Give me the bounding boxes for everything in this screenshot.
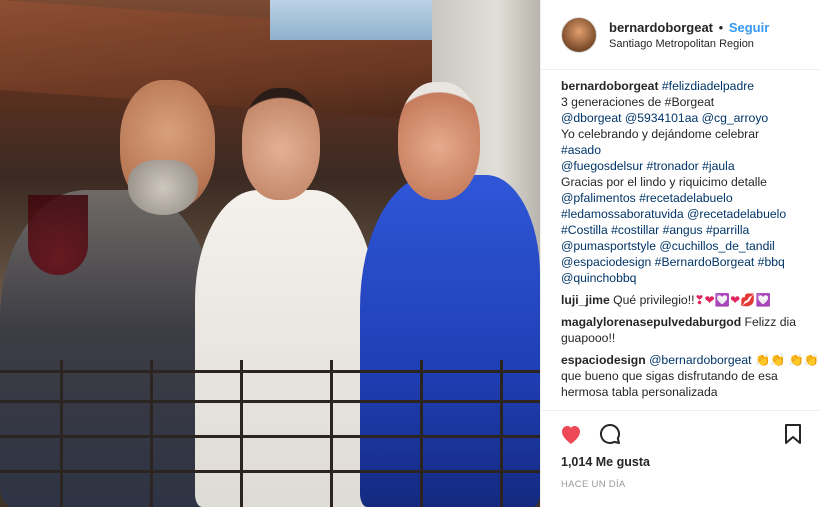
caption-line-12[interactable]: @quinchobbq (561, 270, 821, 286)
caption-line-8[interactable]: #ledamossaboratuvida @recetadelabuelo (561, 206, 821, 222)
comments-list[interactable]: bernardoborgeat #felizdiadelpadre 3 gene… (561, 78, 821, 408)
caption-line-1: 3 generaciones de #Borgeat (561, 95, 715, 109)
header-text: bernardoborgeat • Seguir Santiago Metrop… (609, 20, 769, 50)
caption-line-0: bernardoborgeat #felizdiadelpadre (561, 78, 821, 94)
header-username[interactable]: bernardoborgeat (609, 20, 713, 35)
post-photo[interactable] (0, 0, 540, 507)
comment-mention[interactable]: @bernardoborgeat (649, 353, 752, 367)
comment-item: magalylorenasepulvedaburgod Felizz dia g… (561, 314, 821, 346)
comment-text: que bueno que sigas disfrutando de esa h… (561, 369, 778, 399)
person-right-head (398, 82, 480, 200)
caption-line-7[interactable]: @pfalimentos #recetadelabuelo (561, 190, 821, 206)
caption-line-2[interactable]: @dborgeat @5934101aa @cg_arroyo (561, 110, 821, 126)
action-bar: 1,014 Me gusta HACE UN DÍA (541, 410, 821, 490)
caption-line-9[interactable]: #Costilla #costillar #angus #parrilla (561, 222, 821, 238)
caption-line-3: Yo celebrando y dejándome celebrar (561, 127, 760, 141)
header-row: bernardoborgeat • Seguir (609, 20, 769, 35)
comment-username[interactable]: magalylorenasepulvedaburgod (561, 315, 741, 329)
comment-username[interactable]: espaciodesign (561, 353, 646, 367)
caption-line-5[interactable]: @fuegosdelsur #tronador #jaula (561, 158, 821, 174)
likes-count[interactable]: 1,014 Me gusta (541, 451, 821, 469)
post-header: bernardoborgeat • Seguir Santiago Metrop… (541, 0, 821, 70)
comment-emoji: 👏👏 (754, 353, 786, 367)
person-left-beard (128, 160, 198, 215)
follow-button[interactable]: Seguir (729, 20, 769, 35)
person-middle-head (242, 88, 320, 200)
location-link[interactable]: Santiago Metropolitan Region (609, 38, 769, 50)
caption: bernardoborgeat #felizdiadelpadre 3 gene… (561, 78, 821, 286)
comment-item: luji_jime Qué privilegio!!❣❤💟❤💋💟 (561, 292, 821, 308)
caption-hashtag[interactable]: #felizdiadelpadre (662, 79, 754, 93)
caption-line-11[interactable]: @espaciodesign #BernardoBorgeat #bbq (561, 254, 821, 270)
comment-emoji: 👏👏 (788, 353, 820, 367)
comment-username[interactable]: luji_jime (561, 293, 610, 307)
caption-line-10[interactable]: @pumasportstyle @cuchillos_de_tandil (561, 238, 821, 254)
wine-glass (28, 195, 88, 275)
caption-line-4[interactable]: #asado (561, 142, 821, 158)
header-dot: • (718, 19, 724, 35)
comment-text: Qué privilegio!! (613, 293, 695, 307)
comment-icon[interactable] (599, 423, 621, 448)
grill-rail (0, 360, 540, 507)
comment-item: espaciodesign @bernardoborgeat 👏👏 👏👏 que… (561, 352, 821, 400)
heart-icon[interactable] (559, 423, 583, 448)
action-icons (541, 411, 821, 451)
avatar[interactable] (561, 16, 597, 53)
bookmark-icon[interactable] (784, 423, 802, 448)
photo-sky (270, 0, 440, 40)
caption-line-6: Gracias por el lindo y riquicimo detalle (561, 175, 767, 189)
post-sidebar: bernardoborgeat • Seguir Santiago Metrop… (540, 0, 821, 507)
caption-username[interactable]: bernardoborgeat (561, 79, 659, 93)
comment-emoji: ❣❤💟❤💋💟 (694, 293, 771, 307)
timestamp[interactable]: HACE UN DÍA (541, 469, 821, 490)
